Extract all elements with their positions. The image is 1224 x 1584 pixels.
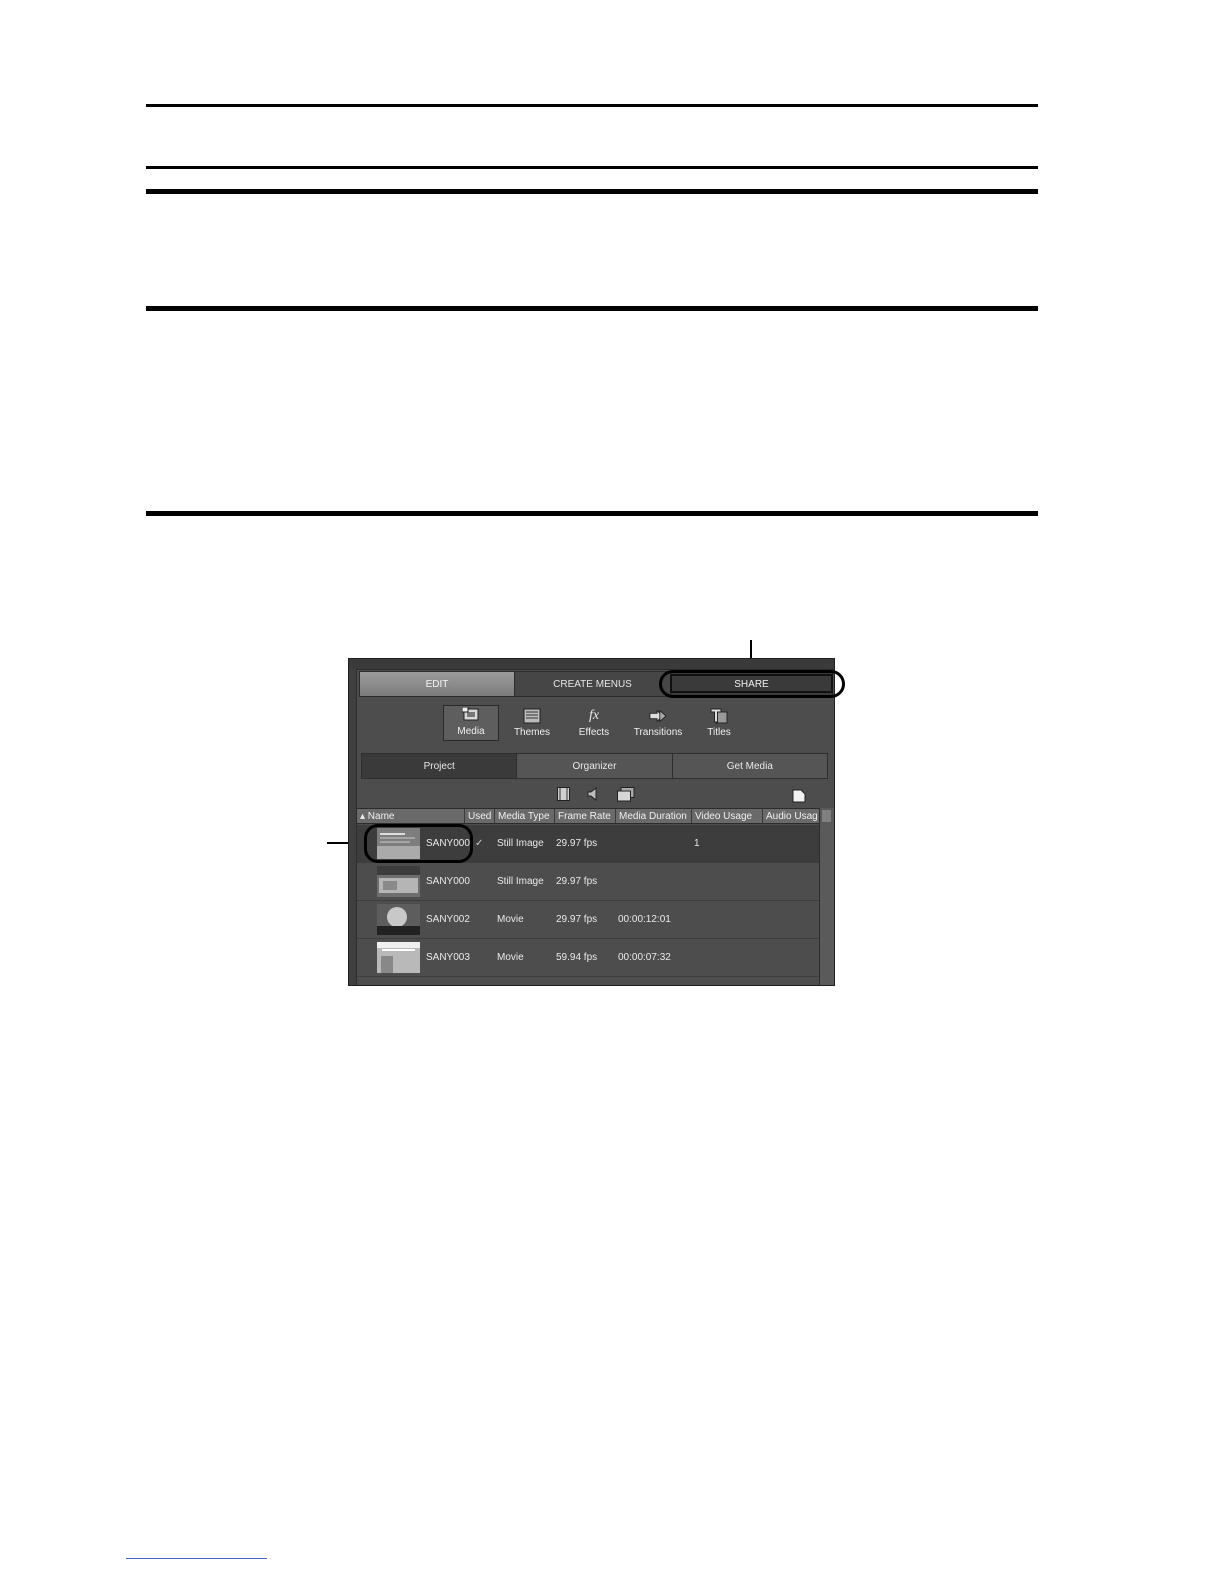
tab-create-menus[interactable]: CREATE MENUS: [515, 671, 671, 697]
tab-share-label: SHARE: [734, 678, 769, 690]
footer-link-rule: [126, 1558, 267, 1559]
row-name: SANY002: [426, 914, 470, 925]
row-media-type: Movie: [497, 952, 524, 963]
sub-tab-bar: Project Organizer Get Media: [361, 753, 828, 779]
column-video-usage[interactable]: Video Usage: [692, 809, 763, 823]
clip-thumbnail: [377, 942, 420, 973]
row-frame-rate: 29.97 fps: [556, 838, 598, 849]
tab-edit[interactable]: EDIT: [359, 671, 515, 697]
video-filter-icon[interactable]: [557, 787, 570, 804]
tool-media-label: Media: [457, 726, 485, 737]
row-media-type: Movie: [497, 914, 524, 925]
row-duration: 00:00:12:01: [618, 914, 671, 925]
transitions-icon: [649, 708, 667, 724]
subtab-project-label: Project: [423, 760, 455, 772]
subtab-organizer-label: Organizer: [572, 760, 617, 772]
row-name: SANY003: [426, 952, 470, 963]
row-video-usage: 1: [694, 838, 700, 849]
row-media-type: Still Image: [497, 838, 544, 849]
new-item-icon[interactable]: [792, 789, 806, 806]
column-media-type[interactable]: Media Type: [495, 809, 555, 823]
row-frame-rate: 29.97 fps: [556, 876, 598, 887]
table-row[interactable]: SANY000 Still Image 29.97 fps: [357, 863, 819, 901]
row-name: SANY000: [426, 838, 470, 849]
row-frame-rate: 59.94 fps: [556, 952, 598, 963]
fx-glyph: fx: [588, 708, 600, 723]
titles-icon: [710, 708, 728, 724]
tool-themes-label: Themes: [513, 727, 551, 738]
media-icon: [462, 707, 480, 723]
panel-top-strip: [349, 659, 834, 670]
rule-2: [146, 166, 1038, 169]
column-used[interactable]: Used: [465, 809, 495, 823]
tab-create-menus-label: CREATE MENUS: [553, 678, 632, 690]
rule-4: [146, 306, 1038, 311]
rule-5: [146, 511, 1038, 516]
subtab-organizer[interactable]: Organizer: [517, 754, 673, 778]
subtab-get-media[interactable]: Get Media: [672, 754, 827, 778]
premiere-elements-panel: EDIT CREATE MENUS SHARE Media Themes fx …: [348, 658, 835, 986]
fx-icon: fx: [585, 708, 603, 724]
column-media-duration[interactable]: Media Duration: [616, 809, 692, 823]
clip-thumbnail: [377, 866, 420, 897]
row-name: SANY000: [426, 876, 470, 887]
themes-icon: [523, 708, 541, 724]
media-table-header: ▴ Name Used Media Type Frame Rate Media …: [357, 808, 827, 824]
row-media-type: Still Image: [497, 876, 544, 887]
table-row[interactable]: SANY002 Movie 29.97 fps 00:00:12:01: [357, 901, 819, 939]
tool-titles-button[interactable]: Titles: [691, 705, 747, 741]
column-name[interactable]: ▴ Name: [357, 809, 465, 823]
tool-effects-label: Effects: [578, 727, 610, 738]
subtab-get-media-label: Get Media: [726, 760, 773, 772]
clip-thumbnail: [377, 828, 420, 859]
audio-filter-icon[interactable]: [587, 786, 599, 804]
view-filter-icons: [357, 785, 834, 805]
tool-transitions-button[interactable]: Transitions: [628, 705, 688, 741]
table-row[interactable]: SANY000 ✓ Still Image 29.97 fps 1: [357, 825, 819, 863]
column-audio-usage[interactable]: Audio Usag: [763, 809, 827, 823]
subtab-project[interactable]: Project: [362, 754, 518, 778]
table-row[interactable]: SANY003 Movie 59.94 fps 00:00:07:32: [357, 939, 819, 977]
row-duration: 00:00:07:32: [618, 952, 671, 963]
still-filter-icon[interactable]: [617, 787, 635, 805]
tool-effects-button[interactable]: fx Effects: [566, 705, 622, 741]
rule-3: [146, 189, 1038, 194]
scrollbar-thumb[interactable]: [822, 810, 831, 822]
clip-thumbnail: [377, 904, 420, 935]
tab-edit-label: EDIT: [425, 678, 449, 690]
column-frame-rate[interactable]: Frame Rate: [555, 809, 616, 823]
vertical-scrollbar[interactable]: [819, 808, 834, 985]
tool-titles-label: Titles: [707, 727, 731, 738]
tool-transitions-label: Transitions: [633, 727, 683, 738]
tool-themes-button[interactable]: Themes: [504, 705, 560, 741]
tab-share[interactable]: SHARE: [671, 671, 833, 697]
tool-media-button[interactable]: Media: [443, 705, 499, 741]
panel-left-gutter: [349, 669, 357, 985]
row-frame-rate: 29.97 fps: [556, 914, 598, 925]
rule-1: [146, 104, 1038, 107]
row-used: ✓: [475, 838, 484, 849]
